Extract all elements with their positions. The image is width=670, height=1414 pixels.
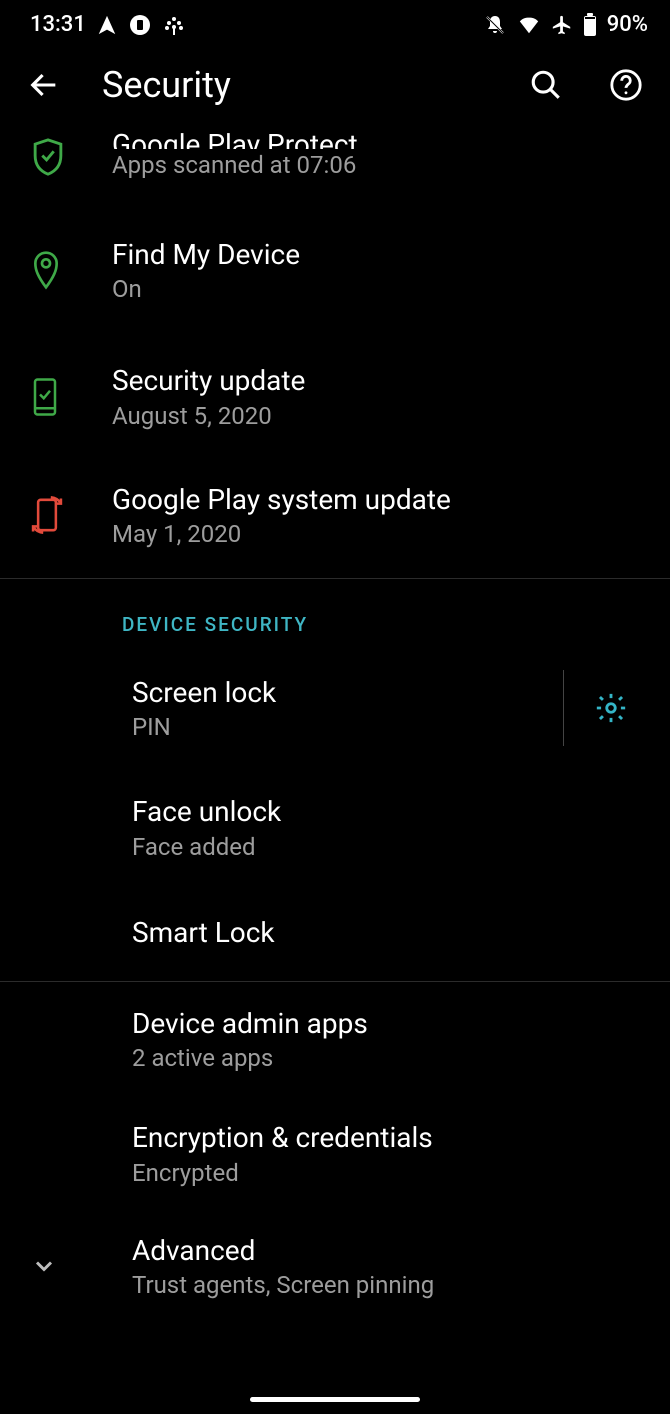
item-title: Encryption & credentials [132,1120,648,1156]
section-header-device-security: DEVICE SECURITY [0,579,670,646]
app-bar: Security [0,45,670,125]
item-subtitle: Trust agents, Screen pinning [132,1271,648,1299]
phone-check-icon [30,377,60,417]
item-encryption-credentials[interactable]: Encryption & credentials Encrypted [0,1096,670,1210]
airplane-mode-icon [551,14,573,36]
gear-icon[interactable] [584,681,638,735]
item-title: Smart Lock [132,915,648,951]
navigation-pill[interactable] [250,1397,420,1402]
item-subtitle: Apps scanned at 07:06 [112,151,648,179]
status-bar: 13:31 90% [0,0,670,45]
shield-check-icon [30,137,66,177]
item-device-admin-apps[interactable]: Device admin apps 2 active apps [0,982,670,1096]
item-advanced[interactable]: Advanced Trust agents, Screen pinning [0,1211,670,1323]
phone-sync-icon [30,496,64,534]
item-title: Device admin apps [132,1006,648,1042]
item-subtitle: 2 active apps [132,1044,648,1072]
item-play-protect[interactable]: Google Play Protect Apps scanned at 07:0… [0,125,670,203]
item-title: Google Play system update [112,482,648,518]
location-pin-icon [30,250,62,290]
item-subtitle: May 1, 2020 [112,520,648,548]
back-button[interactable] [22,63,66,107]
notification-screen-icon [128,13,152,37]
item-subtitle: August 5, 2020 [112,402,648,430]
item-title: Find My Device [112,237,648,273]
item-title: Google Play Protect [112,127,648,149]
item-smart-lock[interactable]: Smart Lock [0,885,670,981]
wifi-icon [517,14,541,36]
item-title: Face unlock [132,794,648,830]
battery-text: 90% [607,12,648,37]
battery-icon [583,13,597,37]
item-security-update[interactable]: Security update August 5, 2020 [0,337,670,455]
item-subtitle: PIN [132,713,553,741]
divider-vertical [563,670,564,746]
notification-tree-icon [162,13,186,37]
help-button[interactable] [604,63,648,107]
item-title: Screen lock [132,675,553,711]
item-subtitle: Encrypted [132,1159,648,1187]
item-title: Advanced [132,1233,648,1269]
nav-arrow-icon [96,14,118,36]
dnd-off-icon [483,13,507,37]
item-subtitle: On [112,275,648,303]
item-find-my-device[interactable]: Find My Device On [0,203,670,337]
item-subtitle: Face added [132,833,648,861]
page-title: Security [102,64,488,106]
chevron-down-icon [30,1252,58,1280]
search-button[interactable] [524,63,568,107]
item-face-unlock[interactable]: Face unlock Face added [0,770,670,884]
item-gp-system-update[interactable]: Google Play system update May 1, 2020 [0,456,670,578]
status-time: 13:31 [30,12,86,37]
item-title: Security update [112,363,648,399]
item-screen-lock[interactable]: Screen lock PIN [0,646,670,770]
